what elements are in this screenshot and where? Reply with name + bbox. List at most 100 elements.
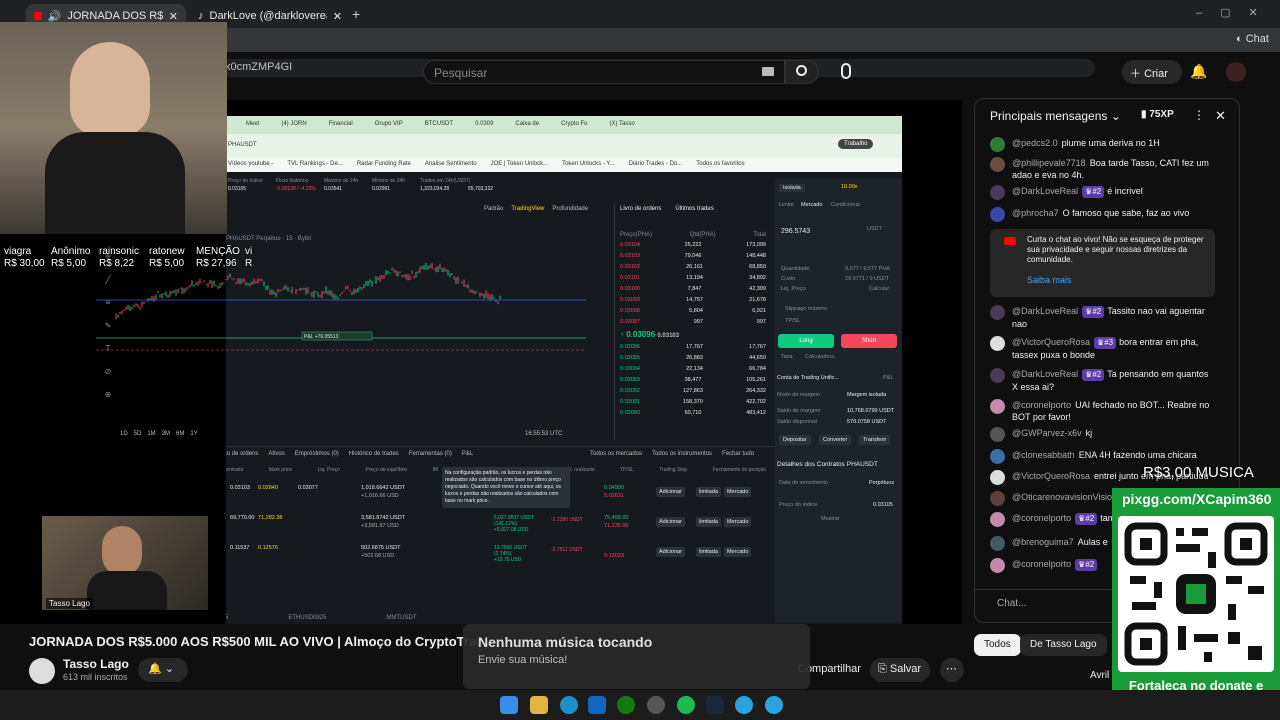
inner-tab[interactable]: Meet xyxy=(246,121,259,127)
chip-all[interactable]: Todos xyxy=(974,634,1021,656)
learn-more-link[interactable]: Saiba mais xyxy=(1027,275,1072,285)
chat-username[interactable]: @brenoguima7 xyxy=(1012,537,1074,547)
positions-tab[interactable]: P&L xyxy=(462,451,473,457)
timeframe-button[interactable]: 3M xyxy=(162,431,170,437)
chat-username[interactable]: @coronelporto xyxy=(1012,559,1071,569)
timeframe-button[interactable]: 5D xyxy=(134,431,142,437)
order-panel-item[interactable]: Mercado xyxy=(801,202,822,208)
timeframe-button[interactable]: 1M xyxy=(147,431,155,437)
chat-username[interactable]: @pedcs2.0 xyxy=(1012,138,1058,148)
steam-icon[interactable] xyxy=(706,696,724,714)
inner-tab[interactable]: Crypto Fu xyxy=(561,121,587,127)
fib-icon[interactable]: ≡ xyxy=(106,298,111,307)
order-panel-item[interactable]: 10.00x xyxy=(841,184,858,190)
account-action-button[interactable]: Converter xyxy=(819,435,852,445)
chip-channel[interactable]: De Tasso Lago xyxy=(1020,634,1107,656)
position-action-button[interactable]: Adicionar xyxy=(656,517,685,527)
inner-tab[interactable]: Caixa de xyxy=(515,121,539,127)
order-panel-item[interactable]: USDT xyxy=(867,226,882,232)
book-tab[interactable]: Últimos trades xyxy=(675,206,713,212)
chart-tab[interactable]: Profundidade xyxy=(552,206,588,212)
order-panel-item[interactable]: Mostrar xyxy=(821,516,840,522)
position-action-button[interactable]: limitada xyxy=(696,517,721,527)
chart-tab[interactable]: TradingView xyxy=(511,206,544,212)
bookmark[interactable]: JOE | Token Unlock... xyxy=(491,161,548,167)
close-icon[interactable]: ✕ xyxy=(1215,108,1226,124)
chat-username[interactable]: @OticarenovavisionVisio xyxy=(1012,492,1112,502)
channel-avatar[interactable] xyxy=(29,658,55,684)
position-action-button[interactable]: Mercado xyxy=(724,487,752,497)
trendline-icon[interactable]: ╱ xyxy=(106,275,111,284)
bookmark[interactable]: Analise Sentimento xyxy=(425,161,477,167)
avatar[interactable] xyxy=(1226,62,1246,82)
close-icon[interactable]: ✕ xyxy=(333,10,342,23)
inner-tab[interactable]: (X) Tasso xyxy=(609,121,634,127)
zoom-icon[interactable]: ⊕ xyxy=(105,390,112,399)
positions-filter[interactable]: Fechar tudo xyxy=(722,451,754,457)
brush-icon[interactable]: ✎ xyxy=(105,321,112,330)
outlook-icon[interactable] xyxy=(588,696,606,714)
long-button[interactable]: Long xyxy=(778,334,834,348)
chat-username[interactable]: @phrocha7 xyxy=(1012,208,1059,218)
notifications-button[interactable]: 🔔 ⌄ xyxy=(138,658,188,682)
channel-name[interactable]: Tasso Lago xyxy=(63,657,129,671)
more-icon[interactable]: ⋮ xyxy=(1193,108,1205,122)
account-action-button[interactable]: Transferir xyxy=(859,435,891,445)
inner-tab[interactable]: Financial xyxy=(329,121,353,127)
position-action-button[interactable]: Mercado xyxy=(724,517,752,527)
bell-icon[interactable]: 🔔 xyxy=(1190,63,1207,80)
positions-filter[interactable]: Todos os instrumentos xyxy=(652,451,712,457)
position-action-button[interactable]: Mercado xyxy=(724,547,752,557)
chat-username[interactable]: @phillipevale7718 xyxy=(1012,158,1086,168)
positions-tab[interactable]: Empréstimos (0) xyxy=(295,451,339,457)
search-button[interactable] xyxy=(785,60,819,84)
positions-tab[interactable]: Histórico de ordens xyxy=(226,451,258,457)
drawing-toolbar[interactable]: ✛ ╱ ≡ ✎ T ⊘ ⊕ xyxy=(98,252,118,422)
chat-username[interactable]: @clonesabbath xyxy=(1012,450,1075,460)
bookmark[interactable]: Vídeos youtube - xyxy=(228,161,273,167)
timeframe-button[interactable]: 1Y xyxy=(190,431,197,437)
order-panel-item[interactable]: Isolada xyxy=(779,184,805,192)
bookmark[interactable]: Todos os favoritos xyxy=(696,161,744,167)
telegram-icon[interactable] xyxy=(735,696,753,714)
telegram-icon[interactable] xyxy=(765,696,783,714)
chat-username[interactable]: @VictorQueroRosa xyxy=(1012,471,1090,481)
keyboard-icon[interactable] xyxy=(762,67,774,76)
new-tab-icon[interactable]: + xyxy=(352,6,360,22)
order-panel-item[interactable]: Calculadora xyxy=(805,354,834,360)
chart-tab[interactable]: Padrão xyxy=(484,206,503,212)
order-panel-item[interactable]: Limite xyxy=(779,202,794,208)
mic-icon[interactable] xyxy=(841,63,851,79)
create-button[interactable]: ＋ Criar xyxy=(1122,60,1182,84)
inner-tab[interactable]: Grupo VIP xyxy=(375,121,403,127)
inner-tab[interactable]: BTCUSDT xyxy=(425,121,453,127)
bookmark[interactable]: TVL Rankings - De... xyxy=(287,161,342,167)
order-panel-item[interactable]: 296.5743 xyxy=(781,228,810,235)
position-action-button[interactable]: limitada xyxy=(696,547,721,557)
chat-username[interactable]: @coronelporto xyxy=(1012,513,1071,523)
chat-username[interactable]: @DarkLoveReal xyxy=(1012,306,1078,316)
positions-tab[interactable]: Ativos xyxy=(268,451,284,457)
bookmark[interactable]: Token Unlocks - Y... xyxy=(562,161,614,167)
close-icon[interactable]: ✕ xyxy=(169,10,178,23)
windows-start-icon[interactable] xyxy=(500,696,518,714)
order-panel-item[interactable]: Condicional xyxy=(831,202,860,208)
spotify-icon[interactable] xyxy=(677,696,695,714)
related-video-title[interactable]: Avril xyxy=(1090,670,1109,681)
bookmark[interactable]: Diário Trades - Do... xyxy=(629,161,683,167)
timeframe-button[interactable]: 6M xyxy=(176,431,184,437)
position-action-button[interactable]: limitada xyxy=(696,487,721,497)
ruler-icon[interactable]: ⊘ xyxy=(105,367,112,376)
account-action-button[interactable]: Depositar xyxy=(779,435,811,445)
window-controls[interactable]: –▢✕ xyxy=(1196,6,1276,19)
bookmark[interactable]: Radar Funding Rate xyxy=(357,161,411,167)
chat-username[interactable]: @DarkLoveReal xyxy=(1012,186,1078,196)
more-icon[interactable]: ⋯ xyxy=(940,658,964,682)
timeframe-button[interactable]: 1D xyxy=(120,431,128,437)
inner-tab[interactable]: 0.0309 xyxy=(475,121,493,127)
chat-username[interactable]: @VictorQueroRosa xyxy=(1012,337,1090,347)
xp-badge[interactable]: ▮ 75XP xyxy=(1141,109,1174,120)
text-icon[interactable]: T xyxy=(106,344,111,353)
positions-tab[interactable]: Histórico de trades xyxy=(349,451,399,457)
copilot-chat-button[interactable]: ◐ Chat xyxy=(1236,33,1269,45)
